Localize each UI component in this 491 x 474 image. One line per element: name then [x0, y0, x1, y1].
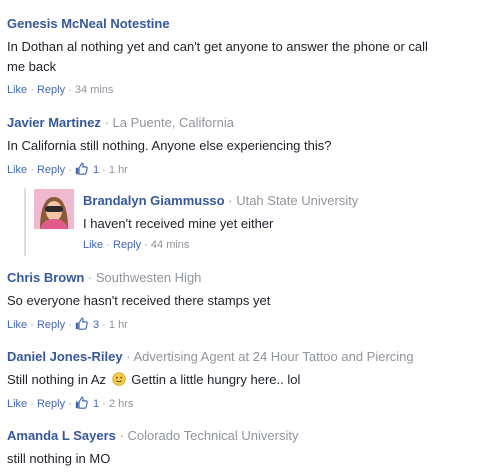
comment-affiliation[interactable]: Colorado Technical University: [127, 428, 298, 443]
separator-dot: ·: [119, 428, 124, 443]
avatar[interactable]: [34, 189, 74, 229]
comment-timestamp[interactable]: 1 hr: [109, 319, 128, 331]
separator-dot: ·: [126, 349, 131, 364]
separator-dot: ·: [30, 164, 34, 176]
like-count[interactable]: 1: [93, 398, 99, 410]
thumbs-up-icon[interactable]: [75, 317, 88, 330]
comment-text: Still nothing in Az Gettin a little hung…: [7, 370, 485, 390]
separator-dot: ·: [228, 193, 233, 208]
comment-text: So everyone hasn't received there stamps…: [7, 293, 271, 308]
comment-text: still nothing in MO: [7, 451, 111, 466]
comment-timestamp[interactable]: 2 hrs: [109, 398, 133, 410]
comment-header: Amanda L Sayers · Colorado Technical Uni…: [7, 428, 485, 444]
like-link[interactable]: Like: [7, 319, 27, 331]
comment-affiliation[interactable]: Southwesten High: [96, 270, 202, 285]
reply-link[interactable]: Reply: [37, 319, 65, 331]
like-link[interactable]: Like: [7, 398, 27, 410]
separator-dot: ·: [144, 239, 148, 251]
reply-link[interactable]: Reply: [37, 164, 65, 176]
comment-timestamp[interactable]: 34 mins: [75, 84, 114, 96]
separator-dot: ·: [30, 84, 34, 96]
comment-affiliation[interactable]: Advertising Agent at 24 Hour Tattoo and …: [133, 349, 413, 364]
separator-dot: ·: [68, 398, 72, 410]
comment-author[interactable]: Amanda L Sayers: [7, 428, 116, 443]
comment: Amanda L Sayers · Colorado Technical Uni…: [7, 428, 485, 469]
like-count[interactable]: 3: [93, 319, 99, 331]
comment-text: In Dothan al nothing yet and can't get a…: [7, 37, 485, 77]
comment-actions: Like · Reply · 1 · 1 hr: [7, 162, 485, 177]
profile-photo-icon: [34, 189, 74, 229]
comment-author[interactable]: Daniel Jones-Riley: [7, 349, 123, 364]
comment-header: Chris Brown · Southwesten High: [7, 270, 485, 286]
comment-actions: Like · Reply · 3 · 1 hr: [7, 317, 485, 332]
comment-author[interactable]: Javier Martinez: [7, 115, 101, 130]
comment-text: In California still nothing. Anyone else…: [7, 138, 332, 153]
comment-author[interactable]: Genesis McNeal Notestine: [7, 16, 170, 31]
slightly-smiling-face-icon: [111, 372, 126, 386]
like-link[interactable]: Like: [7, 164, 27, 176]
comment-header: Genesis McNeal Notestine: [7, 16, 485, 32]
separator-dot: ·: [102, 398, 106, 410]
reply-link[interactable]: Reply: [113, 239, 141, 251]
comment: Javier Martinez · La Puente, California …: [7, 115, 485, 177]
thumbs-up-icon[interactable]: [75, 396, 88, 409]
like-count[interactable]: 1: [93, 164, 99, 176]
comment-text-part: Still nothing in Az: [7, 372, 107, 387]
comment-text-line: me back: [7, 59, 57, 74]
reply-body: Brandalyn Giammusso · Utah State Univers…: [83, 193, 485, 252]
comment-affiliation[interactable]: Utah State University: [236, 193, 358, 208]
reply-thread: Brandalyn Giammusso · Utah State Univers…: [24, 188, 485, 256]
comment-actions: Like · Reply · 34 mins: [7, 83, 485, 97]
comment-author[interactable]: Chris Brown: [7, 270, 84, 285]
separator-dot: ·: [106, 239, 110, 251]
like-link[interactable]: Like: [83, 239, 103, 251]
separator-dot: ·: [102, 164, 106, 176]
comment-timestamp[interactable]: 44 mins: [151, 239, 190, 251]
thumbs-up-icon[interactable]: [75, 162, 88, 175]
separator-dot: ·: [68, 319, 72, 331]
comment-actions: Like · Reply · 44 mins: [83, 238, 485, 252]
separator-dot: ·: [68, 164, 72, 176]
comment: Chris Brown · Southwesten High So everyo…: [7, 270, 485, 332]
comment-header: Javier Martinez · La Puente, California: [7, 115, 485, 131]
comment: Genesis McNeal Notestine In Dothan al no…: [7, 16, 485, 97]
comment-affiliation[interactable]: La Puente, California: [113, 115, 234, 130]
comment-header: Daniel Jones-Riley · Advertising Agent a…: [7, 349, 485, 365]
separator-dot: ·: [87, 270, 93, 285]
separator-dot: ·: [104, 115, 109, 130]
separator-dot: ·: [30, 319, 34, 331]
separator-dot: ·: [68, 84, 72, 96]
comment-text-line: In Dothan al nothing yet and can't get a…: [7, 39, 428, 54]
reply-link[interactable]: Reply: [37, 398, 65, 410]
comment-actions: Like · Reply · 1 · 2 hrs: [7, 396, 485, 411]
comment-author[interactable]: Brandalyn Giammusso: [83, 193, 225, 208]
comment: Daniel Jones-Riley · Advertising Agent a…: [7, 349, 485, 411]
comment-text: I haven't received mine yet either: [83, 216, 274, 231]
comment-header: Brandalyn Giammusso · Utah State Univers…: [83, 193, 485, 209]
separator-dot: ·: [102, 319, 106, 331]
comment-timestamp[interactable]: 1 hr: [109, 164, 128, 176]
like-link[interactable]: Like: [7, 84, 27, 96]
separator-dot: ·: [30, 398, 34, 410]
comment-text-part: Gettin a little hungry here.. lol: [131, 372, 301, 387]
reply-link[interactable]: Reply: [37, 84, 65, 96]
